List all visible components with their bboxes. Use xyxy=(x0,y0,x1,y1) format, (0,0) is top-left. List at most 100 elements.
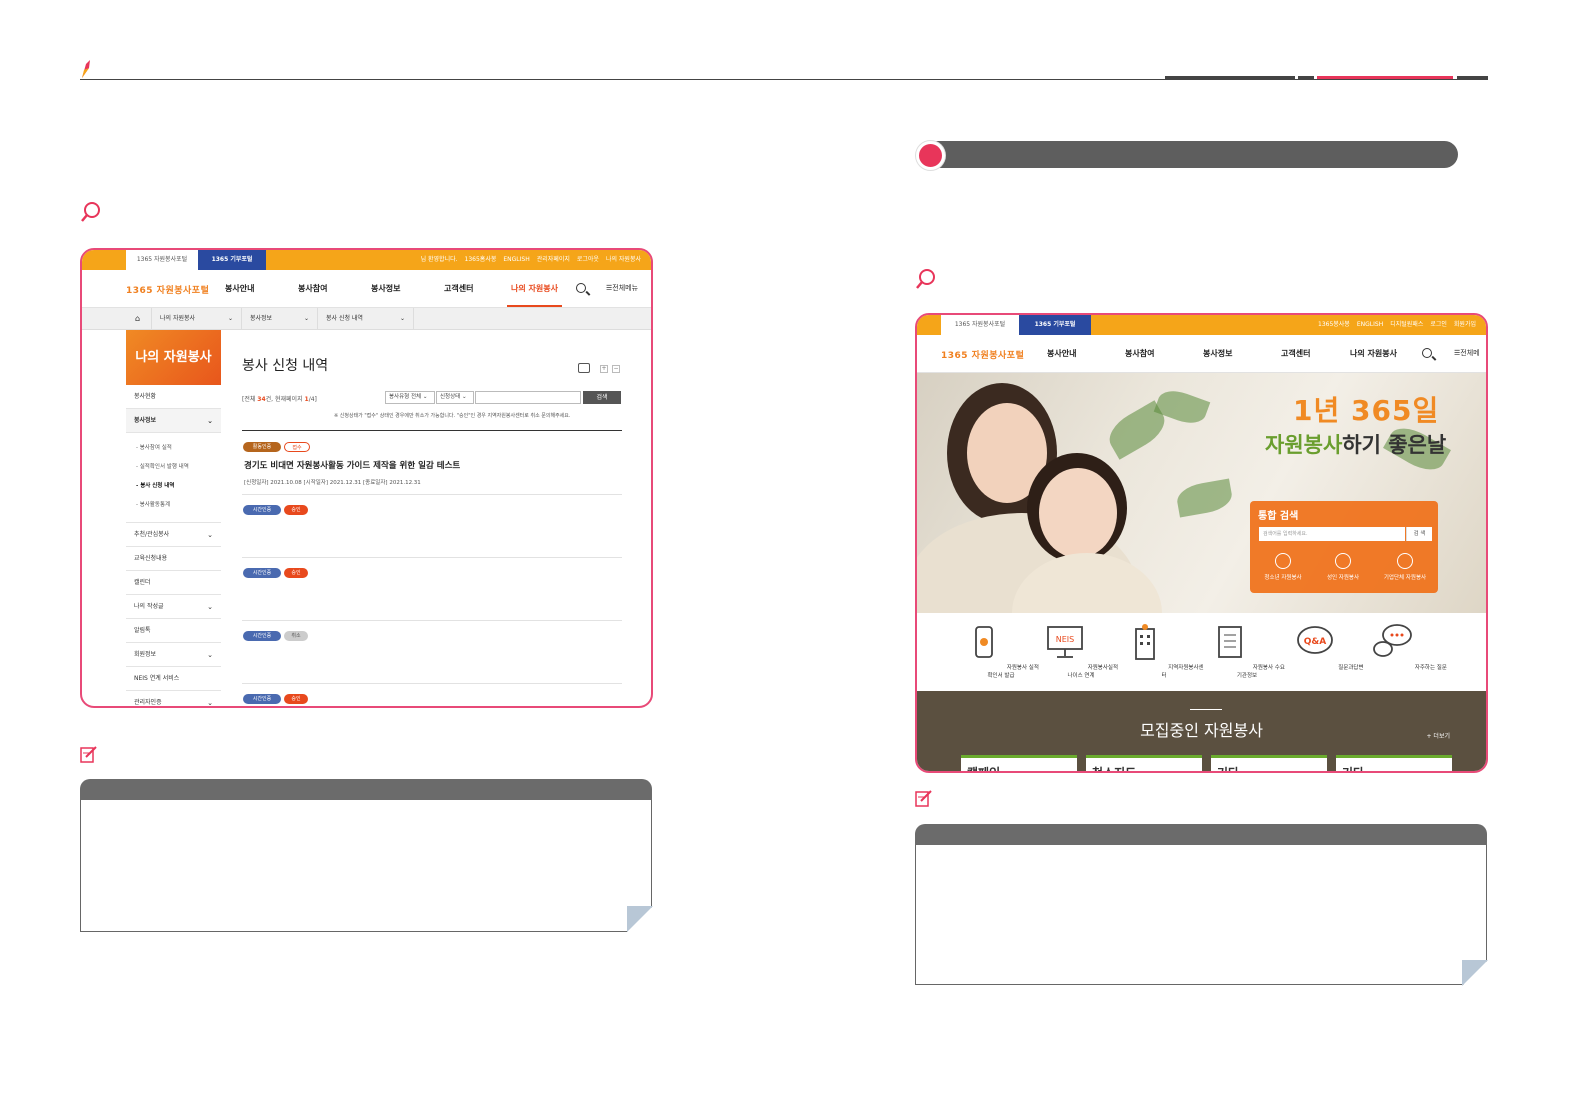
menu-item[interactable]: 봉사참여 xyxy=(1125,335,1154,372)
chevron-down-icon: ⌄ xyxy=(207,603,213,611)
main-nav: 1365 자원봉사포털 봉사안내 봉사참여 봉사정보 고객센터 나의 자원봉사 … xyxy=(82,270,651,308)
recruit-card[interactable]: 기타 xyxy=(1211,755,1327,771)
page-fold-icon xyxy=(627,906,653,932)
result-count: [전체 34건, 현재페이지 1/4] xyxy=(242,396,317,403)
note-box-header xyxy=(80,779,652,800)
topbar-link[interactable]: ENGLISH xyxy=(503,250,529,270)
sidebar-item[interactable]: NEIS 연계 서비스 xyxy=(126,667,221,691)
topbar-links: 1365봉사봉 ENGLISH 디지털원패스 로그인 회원가입 xyxy=(1318,315,1476,335)
tab-volunteer-portal[interactable]: 1365 자원봉사포털 xyxy=(941,315,1019,335)
status-filter-select[interactable]: 신청상태 ⌄ xyxy=(436,391,474,404)
menu-item[interactable]: 나의 자원봉사 xyxy=(1350,335,1397,372)
note-pen-icon xyxy=(915,790,932,807)
unified-search-panel: 통합 검색 검색어를 입력하세요. 검 색 청소년 자원봉사 성인 자원봉사 기… xyxy=(1250,501,1438,593)
youth-volunteer-link[interactable]: 청소년 자원봉사 xyxy=(1254,553,1312,581)
logout-link[interactable]: 로그아웃 xyxy=(577,250,599,270)
menu-item[interactable]: 봉사안내 xyxy=(225,270,254,307)
sidebar-item[interactable]: 캘린더 xyxy=(126,571,221,595)
more-link[interactable]: + 더보기 xyxy=(1427,731,1451,740)
left-screenshot: 1365 자원봉사포털 1365 기부포털 님 환영합니다. 1365홈사봉 E… xyxy=(80,248,653,708)
service-faq[interactable]: 자주하는 질문 xyxy=(1369,621,1449,671)
badge-type: 시간인증 xyxy=(243,694,281,704)
sidebar-subitem[interactable]: - 봉사참여 실적 xyxy=(126,439,221,458)
signup-link[interactable]: 회원가입 xyxy=(1454,315,1476,335)
adult-volunteer-link[interactable]: 성인 자원봉사 xyxy=(1314,553,1372,581)
search-input[interactable] xyxy=(475,391,581,404)
sidebar-item-active[interactable]: 봉사정보 ⌄ xyxy=(126,409,221,433)
search-icon[interactable] xyxy=(576,283,586,293)
breadcrumb-item[interactable]: 나의 자원봉사 ⌄ xyxy=(152,308,242,330)
menu-item[interactable]: 봉사안내 xyxy=(1047,335,1076,372)
topbar-link[interactable]: 1365봉사봉 xyxy=(1318,315,1350,335)
section-bullet xyxy=(916,141,945,170)
sidebar-subitem[interactable]: - 실적확인서 발행 내역 xyxy=(126,458,221,477)
brand-flame-icon xyxy=(82,60,90,78)
sidebar-subitem[interactable]: - 봉사활동통계 xyxy=(126,496,221,515)
tab-donation-portal[interactable]: 1365 기부포털 xyxy=(198,250,266,270)
topbar-links: 님 환영합니다. 1365홈사봉 ENGLISH 관리자페이지 로그아웃 나의 … xyxy=(421,250,641,270)
chevron-down-icon: ⌄ xyxy=(303,315,309,322)
chevron-down-icon: ⌄ xyxy=(399,315,405,322)
search-button[interactable]: 검색 xyxy=(583,391,621,404)
sidebar-item[interactable]: 봉사현황 xyxy=(126,385,221,409)
topbar-link[interactable]: 1365홈사봉 xyxy=(465,250,497,270)
service-center[interactable]: 지역자원봉사센터 xyxy=(1124,621,1204,679)
service-demand[interactable]: 자원봉사 수요기관정보 xyxy=(1207,621,1287,679)
magnifier-icon xyxy=(916,269,935,289)
all-menu-button[interactable]: ☰전체메뉴 xyxy=(606,283,638,293)
menu-item[interactable]: 고객센터 xyxy=(444,270,473,307)
sidebar-item[interactable]: 관리자인증 ⌄ xyxy=(126,691,221,706)
phone-certificate-icon xyxy=(975,626,993,658)
home-icon[interactable]: ⌂ xyxy=(126,308,152,330)
breadcrumb-item[interactable]: 봉사정보 ⌄ xyxy=(242,308,318,330)
search-button[interactable]: 검 색 xyxy=(1406,527,1432,541)
badge-status: 취소 xyxy=(284,631,308,641)
menu-item-active[interactable]: 나의 자원봉사 xyxy=(507,270,562,307)
breadcrumb-item[interactable]: 봉사 신청 내역 ⌄ xyxy=(318,308,414,330)
menu-item[interactable]: 고객센터 xyxy=(1281,335,1310,372)
divider xyxy=(242,620,622,621)
login-link[interactable]: 로그인 xyxy=(1430,315,1447,335)
menu-item[interactable]: 봉사정보 xyxy=(371,270,400,307)
topbar-link[interactable]: ENGLISH xyxy=(1357,315,1383,335)
tab-volunteer-portal[interactable]: 1365 자원봉사포털 xyxy=(126,250,198,270)
menu-item[interactable]: 봉사참여 xyxy=(298,270,327,307)
menu-item[interactable]: 봉사정보 xyxy=(1203,335,1232,372)
corporate-volunteer-link[interactable]: 기업단체 자원봉사 xyxy=(1376,553,1434,581)
recruit-card[interactable]: 캠페인 xyxy=(961,755,1077,771)
type-filter-select[interactable]: 봉사유형 전체 ⌄ xyxy=(385,391,435,404)
site-logo[interactable]: 1365 자원봉사포털 xyxy=(126,283,209,296)
topbar-link[interactable]: 디지털원패스 xyxy=(1390,315,1423,335)
recruiting-section: 모집중인 자원봉사 + 더보기 캠페인 청소지도 기타 기타 xyxy=(917,691,1486,771)
list-item-title[interactable]: 경기도 비대면 자원봉사활동 가이드 제작을 위한 일감 테스트 xyxy=(244,459,460,471)
search-input[interactable]: 검색어를 입력하세요. xyxy=(1259,527,1405,541)
search-icon[interactable] xyxy=(1422,348,1432,358)
cancel-notice: ※ 신청상태가 "접수" 상태인 경우에만 취소가 가능합니다. "승인"인 경… xyxy=(334,413,571,419)
sidebar-item[interactable]: 추천/관심봉사 ⌄ xyxy=(126,523,221,547)
badge-type: 활동인증 xyxy=(243,442,281,452)
badge-type: 시간인증 xyxy=(243,505,281,515)
recruit-card[interactable]: 기타 xyxy=(1336,755,1452,771)
topbar: 1365 자원봉사포털 1365 기부포털 님 환영합니다. 1365홈사봉 E… xyxy=(82,250,651,270)
topbar-link[interactable]: 나의 자원봉사 xyxy=(606,250,641,270)
service-certificate[interactable]: 자원봉사 실적확인서 발급 xyxy=(961,621,1041,679)
list-item-dates: [신청일자] 2021.10.08 [시작일자] 2021.12.31 [종료일… xyxy=(244,480,421,486)
youth-icon xyxy=(1275,553,1291,569)
sidebar-item[interactable]: 알림톡 xyxy=(126,619,221,643)
print-icon[interactable] xyxy=(578,363,590,373)
tab-donation-portal[interactable]: 1365 기부포털 xyxy=(1019,315,1091,335)
sidebar-item[interactable]: 나의 작성글 ⌄ xyxy=(126,595,221,619)
topbar-link[interactable]: 관리자페이지 xyxy=(537,250,570,270)
badge-status: 승인 xyxy=(284,694,308,704)
sidebar-item[interactable]: 교육신청내용 xyxy=(126,547,221,571)
service-qna[interactable]: Q&A 질문과답변 xyxy=(1289,621,1369,671)
service-neis[interactable]: NEIS 자원봉사실적 나이스 연계 xyxy=(1041,621,1121,679)
recruit-card[interactable]: 청소지도 xyxy=(1086,755,1202,771)
sidebar-item[interactable]: 회원정보 ⌄ xyxy=(126,643,221,667)
zoom-in-button[interactable]: + xyxy=(600,365,608,373)
all-menu-button[interactable]: ☰전체메 xyxy=(1454,348,1480,358)
welcome-text: 님 환영합니다. xyxy=(420,256,458,263)
zoom-out-button[interactable]: − xyxy=(612,365,620,373)
sidebar-subitem-active[interactable]: - 봉사 신청 내역 xyxy=(126,477,221,496)
site-logo[interactable]: 1365 자원봉사포털 xyxy=(941,348,1024,361)
